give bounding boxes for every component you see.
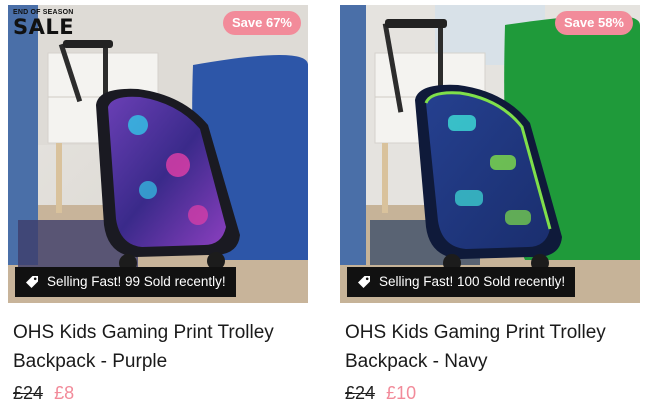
product-image[interactable] <box>340 5 640 303</box>
product-image[interactable] <box>8 5 308 303</box>
promo-line2: SALE <box>13 15 75 39</box>
original-price: £24 <box>345 383 376 403</box>
product-title[interactable]: OHS Kids Gaming Print Trolley Backpack -… <box>345 318 640 376</box>
selling-fast-text: Selling Fast! 99 Sold recently! <box>47 274 226 289</box>
product-title[interactable]: OHS Kids Gaming Print Trolley Backpack -… <box>13 318 308 376</box>
tag-icon <box>358 276 370 288</box>
sale-price: £10 <box>386 383 417 403</box>
product-card[interactable]: END OF SEASON SALE Save 67% Selling Fast… <box>8 0 308 418</box>
sale-price: £8 <box>54 383 75 403</box>
original-price: £24 <box>13 383 44 403</box>
tag-icon <box>26 276 38 288</box>
discount-badge: Save 67% <box>223 11 301 35</box>
price: £24 £8 <box>13 381 74 405</box>
discount-badge: Save 58% <box>555 11 633 35</box>
selling-fast-text: Selling Fast! 100 Sold recently! <box>379 274 566 289</box>
selling-fast-banner: Selling Fast! 99 Sold recently! <box>15 267 236 297</box>
product-card[interactable]: Save 58% Selling Fast! 100 Sold recently… <box>340 0 640 418</box>
selling-fast-banner: Selling Fast! 100 Sold recently! <box>347 267 576 297</box>
price: £24 £10 <box>345 381 416 405</box>
end-of-season-sale-logo: END OF SEASON SALE <box>13 9 74 38</box>
